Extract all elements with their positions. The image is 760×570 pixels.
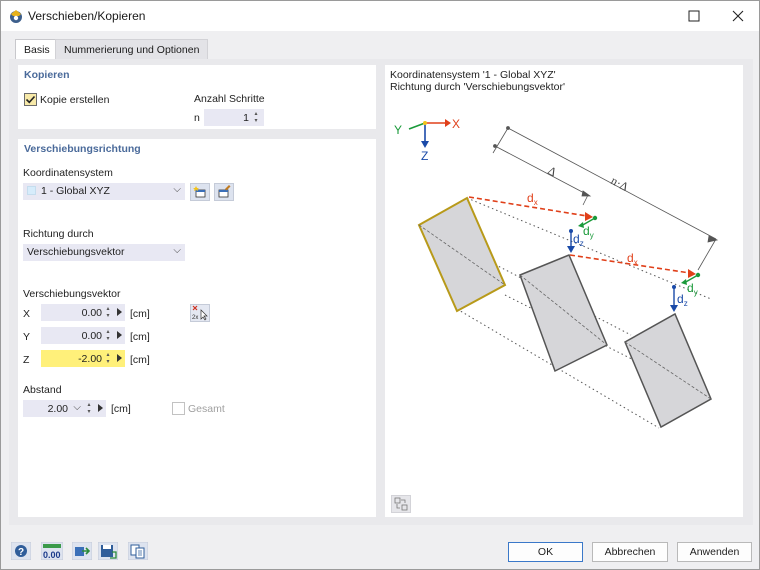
total-checkbox[interactable] (172, 402, 185, 415)
coord-value: 1 - Global XYZ (41, 185, 110, 197)
z-input[interactable]: -2.00 ▴ ▾ (41, 350, 125, 367)
x-value: 0.00 (81, 307, 102, 319)
x-menu-arrow[interactable] (117, 308, 122, 316)
steps-label: Anzahl Schritte (194, 93, 265, 105)
x-input[interactable]: 0.00 ▴ ▾ (41, 304, 125, 321)
copy-checkbox[interactable] (24, 93, 37, 106)
z-spinner[interactable]: ▴ ▾ (104, 352, 112, 366)
x-label: X (23, 308, 31, 320)
copy-label: Kopie erstellen (40, 94, 110, 106)
total-label: Gesamt (188, 403, 225, 415)
axis-z-label: Z (421, 149, 428, 163)
maximize-button[interactable] (671, 1, 717, 31)
pick-vector-button[interactable]: 2x (190, 304, 210, 322)
y-unit: [cm] (130, 331, 150, 343)
dx-label-2: dx (627, 251, 638, 267)
apply-button[interactable]: Anwenden (677, 542, 752, 562)
dialog-window: Verschieben/Kopieren Basis Nummerierung … (0, 0, 760, 570)
y-input[interactable]: 0.00 ▴ ▾ (41, 327, 125, 344)
pick-vector-icon: 2x (192, 305, 208, 321)
edit-coord-system-button[interactable] (214, 183, 234, 201)
preview-diagram: X Y Z Δ n·Δ dx dx dy dy dz dz (394, 117, 719, 429)
dy-label-2: dy (687, 281, 698, 297)
tab-nummerierung[interactable]: Nummerierung und Optionen (55, 39, 209, 60)
verschiebung-title: Verschiebungsrichtung (24, 143, 141, 155)
svg-text:?: ? (18, 547, 24, 558)
vector-label: Verschiebungsvektor (23, 288, 121, 300)
distance-spinner[interactable]: ▴ ▾ (85, 402, 93, 416)
arrow-tool-icon (72, 542, 92, 560)
help-button[interactable]: ? (10, 541, 32, 561)
help-icon: ? (11, 542, 31, 560)
n-label: n (194, 112, 200, 124)
z-unit: [cm] (130, 354, 150, 366)
preview-settings-icon (394, 497, 408, 511)
x-unit: [cm] (130, 308, 150, 320)
direction-select[interactable]: Verschiebungsvektor ⌵ (23, 244, 185, 261)
copy-list-button[interactable] (127, 541, 149, 561)
z-value: -2.00 (78, 353, 102, 365)
direction-value: Verschiebungsvektor (27, 246, 125, 258)
arrow-tool-button[interactable] (71, 541, 93, 561)
edit-coord-icon (218, 185, 231, 198)
new-coord-icon (193, 186, 206, 198)
direction-label: Richtung durch (23, 228, 94, 240)
window-title: Verschieben/Kopieren (28, 9, 146, 23)
kopieren-title: Kopieren (24, 69, 70, 81)
y-spinner[interactable]: ▴ ▾ (104, 329, 112, 343)
chevron-down-icon: ⌵ (173, 184, 181, 195)
coord-label: Koordinatensystem (23, 167, 113, 179)
chevron-down-icon: ⌵ (173, 245, 181, 256)
svg-text:2x: 2x (192, 315, 198, 321)
distance-value: 2.00 (47, 403, 68, 415)
units-icon: 0.00 (41, 542, 63, 560)
distance-input[interactable]: 2.00 ⌵ ▴ ▾ (23, 400, 106, 417)
check-icon (25, 95, 36, 104)
app-icon (8, 8, 24, 24)
axis-y-label: Y (394, 123, 402, 137)
save-button[interactable] (97, 541, 119, 561)
axis-x-label: X (452, 117, 460, 131)
kopieren-panel: Kopieren Kopie erstellen Anzahl Schritte… (18, 65, 376, 129)
ok-button[interactable]: OK (508, 542, 583, 562)
axis-indicator: X Y Z (394, 117, 460, 163)
tab-basis[interactable]: Basis (15, 39, 59, 60)
units-button[interactable]: 0.00 (41, 541, 63, 561)
dy-label-1: dy (583, 224, 594, 240)
preview-panel: Koordinatensystem '1 - Global XYZ' Richt… (385, 65, 743, 517)
verschiebung-panel: Verschiebungsrichtung Koordinatensystem … (18, 139, 376, 517)
preview-settings-button[interactable] (391, 495, 411, 513)
chevron-down-icon[interactable]: ⌵ (73, 402, 81, 413)
coord-select[interactable]: 1 - Global XYZ ⌵ (23, 183, 185, 200)
distance-menu-arrow[interactable] (98, 404, 103, 412)
title-bar: Verschieben/Kopieren (1, 1, 759, 31)
close-button[interactable] (715, 1, 760, 31)
delta-label: Δ (546, 163, 560, 179)
z-menu-arrow[interactable] (117, 354, 122, 362)
y-label: Y (23, 331, 31, 343)
n-delta-label: n·Δ (609, 173, 631, 194)
distance-label: Abstand (23, 384, 62, 396)
cancel-button[interactable]: Abbrechen (592, 542, 668, 562)
dx-label-1: dx (527, 191, 538, 207)
copy-block-1 (519, 254, 608, 373)
save-icon (98, 542, 118, 560)
x-spinner[interactable]: ▴ ▾ (104, 306, 112, 320)
z-label: Z (23, 354, 30, 366)
new-coord-system-button[interactable] (190, 183, 210, 201)
steps-value: 1 (243, 112, 249, 124)
y-menu-arrow[interactable] (117, 331, 122, 339)
distance-unit: [cm] (111, 403, 131, 415)
steps-input[interactable]: 1 ▴ ▾ (204, 109, 264, 126)
color-swatch (27, 186, 36, 195)
original-block (417, 196, 507, 313)
copy-list-icon (128, 542, 148, 560)
svg-text:0.00: 0.00 (43, 550, 61, 560)
steps-spinner[interactable]: ▴ ▾ (252, 111, 260, 125)
y-value: 0.00 (81, 330, 102, 342)
